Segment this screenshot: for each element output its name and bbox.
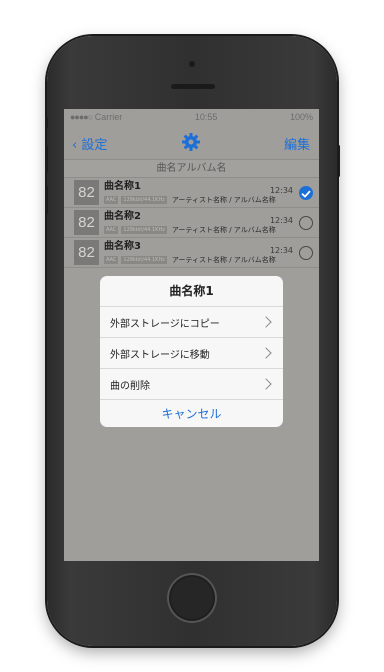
- track-duration: 12:34: [269, 246, 293, 255]
- album-section-header: 曲名アルバム名: [64, 159, 319, 178]
- power-button: [337, 145, 340, 177]
- delete-track-button[interactable]: 曲の削除: [100, 369, 283, 400]
- volume-up-button: [45, 145, 48, 173]
- back-label: 設定: [81, 138, 108, 153]
- track-duration: 12:34: [269, 186, 293, 195]
- carrier-label: Carrier: [94, 112, 123, 122]
- battery-label: 100%: [289, 112, 313, 122]
- action-sheet-title: 曲名称1: [100, 276, 283, 307]
- artist-album: アーティスト名称 / アルバム名称: [171, 225, 276, 234]
- carrier-indicator: ●●●●○ Carrier: [70, 112, 122, 122]
- mute-switch: [45, 117, 48, 129]
- album-art: 82: [74, 180, 99, 205]
- nav-bar: ‹ 設定 編集: [64, 125, 319, 159]
- codec-badge: AAC: [104, 225, 119, 234]
- bitrate-badge: 128kbit/44.1KHz: [121, 255, 167, 264]
- codec-badge: AAC: [104, 195, 119, 204]
- track-row-3[interactable]: 82 曲名称3 AAC 128kbit/44.1KHz アーティスト名称 / ア…: [64, 238, 319, 268]
- edit-button[interactable]: 編集: [284, 134, 310, 153]
- action-sheet: 曲名称1 外部ストレージにコピー 外部ストレージに移動 曲の削除 キャンセル: [100, 276, 283, 427]
- volume-down-button: [45, 186, 48, 214]
- album-art: 82: [74, 210, 99, 235]
- signal-icon: ●●●●○: [70, 112, 93, 122]
- track-row-2[interactable]: 82 曲名称2 AAC 128kbit/44.1KHz アーティスト名称 / ア…: [64, 208, 319, 238]
- track-duration: 12:34: [269, 216, 293, 225]
- checkmark-icon[interactable]: [299, 186, 313, 200]
- home-button[interactable]: [167, 573, 217, 623]
- artist-album: アーティスト名称 / アルバム名称: [171, 255, 276, 264]
- unchecked-circle-icon[interactable]: [299, 246, 313, 260]
- status-bar: ●●●●○ Carrier 10:55 100%: [64, 109, 319, 125]
- artist-album: アーティスト名称 / アルバム名称: [171, 195, 276, 204]
- chevron-right-icon: [260, 316, 272, 328]
- unchecked-circle-icon[interactable]: [299, 216, 313, 230]
- bitrate-badge: 128kbit/44.1KHz: [121, 195, 167, 204]
- menu-item-label: 外部ストレージにコピー: [110, 318, 220, 330]
- back-button[interactable]: ‹ 設定: [72, 134, 107, 153]
- gear-icon[interactable]: [181, 132, 201, 152]
- chevron-right-icon: [260, 378, 272, 390]
- earpiece-speaker: [171, 84, 215, 89]
- front-camera: [189, 61, 195, 67]
- chevron-left-icon: ‹: [72, 138, 78, 153]
- menu-item-label: 曲の削除: [110, 380, 150, 392]
- album-art: 82: [74, 240, 99, 265]
- cancel-button[interactable]: キャンセル: [100, 400, 283, 427]
- bitrate-badge: 128kbit/44.1KHz: [121, 225, 167, 234]
- chevron-right-icon: [260, 347, 272, 359]
- status-time: 10:55: [194, 112, 218, 122]
- copy-to-external-storage-button[interactable]: 外部ストレージにコピー: [100, 307, 283, 338]
- menu-item-label: 外部ストレージに移動: [110, 349, 210, 361]
- move-to-external-storage-button[interactable]: 外部ストレージに移動: [100, 338, 283, 369]
- codec-badge: AAC: [104, 255, 119, 264]
- track-row-1[interactable]: 82 曲名称1 AAC 128kbit/44.1KHz アーティスト名称 / ア…: [64, 178, 319, 208]
